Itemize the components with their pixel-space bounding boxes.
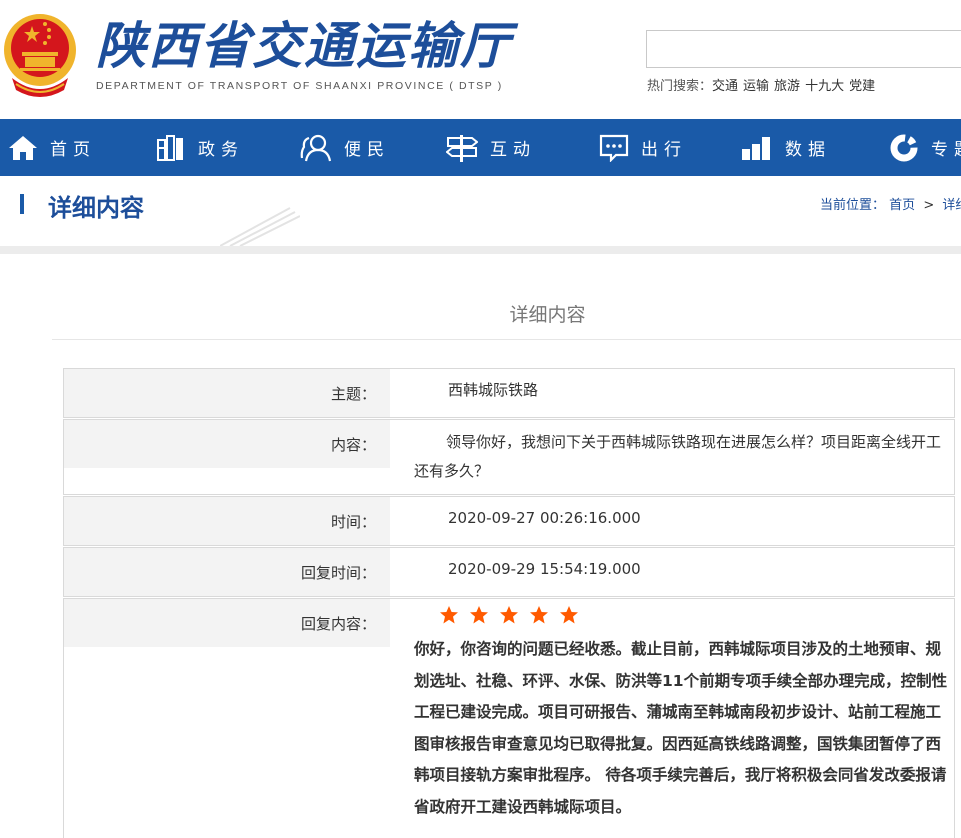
star-icon <box>500 606 518 624</box>
reply-label: 回复内容： <box>64 599 390 647</box>
subject-value: 西韩城际铁路 <box>448 381 539 399</box>
site-subtitle: DEPARTMENT OF TRANSPORT OF SHAANXI PROVI… <box>96 80 503 92</box>
breadcrumb-current: 详细内容 <box>942 198 961 213</box>
body-label: 内容： <box>64 420 390 468</box>
reply-row: 回复内容： 你好，你咨询的问题已经收悉。截止目前，西韩城际项目涉及的土地预审、规… <box>63 598 955 838</box>
hot-keyword-link[interactable]: 十九大 <box>805 79 844 94</box>
breadcrumb-home-link[interactable]: 首页 <box>889 198 915 213</box>
nav-item-data[interactable]: 数据 <box>741 119 831 176</box>
hot-search: 热门搜索：交通 运输 旅游 十九大 党建 <box>647 75 880 94</box>
banner-accent-bar <box>20 194 24 214</box>
content-title: 详细内容 <box>509 304 586 326</box>
decorative-lines-icon <box>220 207 300 246</box>
bar-chart-icon <box>742 136 770 160</box>
donut-icon <box>890 134 918 161</box>
time-label: 时间： <box>64 497 390 545</box>
body-value: 领导你好，我想问下关于西韩城际铁路现在进展怎么样？项目距离全线开工还有多久？ <box>414 433 942 480</box>
nav-item-government[interactable]: 政务 <box>156 119 244 176</box>
page-banner <box>0 176 961 246</box>
national-emblem-icon <box>4 14 76 97</box>
nav-item-label: 互动 <box>490 140 536 160</box>
reply-time-row: 回复时间： 2020-09-29 15:54:19.000 <box>63 547 955 597</box>
star-icon <box>440 606 458 624</box>
body-row: 内容： 领导你好，我想问下关于西韩城际铁路现在进展怎么样？项目距离全线开工还有多… <box>63 419 955 495</box>
subject-row: 主题： 西韩城际铁路 <box>63 368 955 418</box>
site-title: 陕西省交通运输厅 <box>96 16 512 75</box>
reply-time-value: 2020-09-29 15:54:19.000 <box>448 560 641 578</box>
star-icon <box>560 606 578 624</box>
search-input[interactable] <box>646 30 961 68</box>
breadcrumb: 当前位置： 首页 > 详细内容 <box>820 194 961 213</box>
signpost-icon <box>446 134 478 162</box>
people-icon <box>300 134 332 161</box>
star-icon <box>530 606 548 624</box>
nav-item-label: 便民 <box>344 140 390 160</box>
nav-item-label: 政务 <box>198 140 244 160</box>
rating-stars <box>439 605 589 625</box>
hot-keyword-link[interactable]: 交通 <box>712 79 738 94</box>
chat-screen-icon <box>599 134 629 162</box>
nav-item-topics[interactable]: 专题 <box>889 119 961 176</box>
nav-item-travel[interactable]: 出行 <box>599 119 687 176</box>
title-divider <box>52 339 961 340</box>
page-title: 详细内容 <box>48 194 144 222</box>
subject-label: 主题： <box>64 369 390 417</box>
reply-value: 你好，你咨询的问题已经收悉。截止目前，西韩城际项目涉及的土地预审、规划选址、社稳… <box>414 640 948 816</box>
time-value: 2020-09-27 00:26:16.000 <box>448 509 641 527</box>
hot-keyword-link[interactable]: 运输 <box>743 79 769 94</box>
main-nav: 首页 政务 便民 互动 出行 数据 专题 <box>0 119 961 176</box>
books-icon <box>157 134 183 161</box>
hot-search-label: 热门搜索： <box>647 79 713 94</box>
time-row: 时间： 2020-09-27 00:26:16.000 <box>63 496 955 546</box>
nav-item-label: 出行 <box>641 140 687 160</box>
nav-item-label: 数据 <box>785 140 831 160</box>
nav-item-home[interactable]: 首页 <box>8 119 96 176</box>
nav-item-interaction[interactable]: 互动 <box>446 119 536 176</box>
breadcrumb-label: 当前位置： <box>820 198 886 213</box>
hot-keyword-link[interactable]: 党建 <box>849 79 875 94</box>
reply-time-label: 回复时间： <box>64 548 390 596</box>
nav-item-label: 首页 <box>50 140 96 160</box>
divider-strip <box>0 246 961 254</box>
home-icon <box>9 135 37 160</box>
nav-item-service[interactable]: 便民 <box>300 119 390 176</box>
nav-item-label: 专题 <box>931 140 961 160</box>
star-icon <box>470 606 488 624</box>
breadcrumb-separator: > <box>923 198 935 213</box>
site-header: 陕西省交通运输厅 DEPARTMENT OF TRANSPORT OF SHAA… <box>0 0 961 119</box>
hot-keyword-link[interactable]: 旅游 <box>774 79 800 94</box>
